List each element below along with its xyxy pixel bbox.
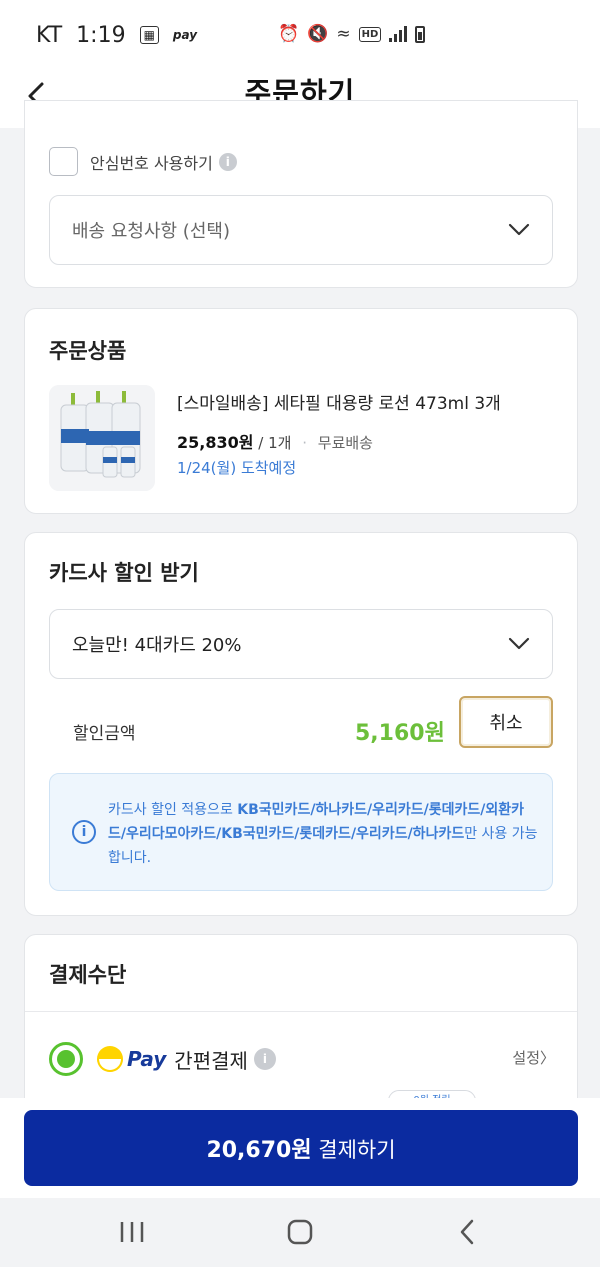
info-icon: i [72, 820, 96, 844]
product-quantity: / 1개 [258, 434, 292, 452]
discount-label: 할인금액 [73, 724, 136, 744]
npay-radio[interactable] [49, 1042, 83, 1076]
order-product-card: 주문상품 [스마일배송] 세타필 대용량 로션 473ml 3개 25,830원… [24, 308, 578, 514]
battery-icon [415, 25, 426, 43]
discount-amount: 5,160원 [355, 721, 445, 746]
product-image[interactable] [49, 385, 155, 491]
alarm-icon: ⏰ [278, 24, 300, 44]
product-price-row: 25,830원 / 1개 · 무료배송 [177, 429, 373, 453]
arrival-date: 1/24(월) 도착예정 [177, 459, 297, 477]
npay-option[interactable]: Pay 간편결제 i 설정〉 [49, 1039, 555, 1079]
safe-number-checkbox[interactable] [49, 147, 78, 176]
safe-number-label: 안심번호 사용하기 [90, 153, 213, 173]
notice-text: 카드사 할인 적용으로 KB국민카드/하나카드/우리카드/롯데카드/외환카드/우… [108, 798, 540, 870]
delivery-card: 안심번호 사용하기 i 배송 요청사항 (선택) [24, 100, 578, 288]
card-discount-value: 오늘만! 4대카드 20% [72, 635, 242, 656]
pay-name: 간편결제 [174, 1048, 248, 1073]
pay-setting-link[interactable]: 설정〉 [512, 1047, 555, 1068]
notification-icon: ▦ [139, 26, 159, 44]
card-discount-select[interactable]: 오늘만! 4대카드 20% [49, 609, 553, 679]
product-name: [스마일배송] 세타필 대용량 로션 473ml 3개 [177, 394, 501, 414]
nav-back-icon[interactable] [448, 1216, 488, 1248]
safe-number-option[interactable]: 안심번호 사용하기 i [49, 147, 237, 176]
nav-home-icon[interactable] [280, 1216, 320, 1248]
payment-method-title: 결제수단 [49, 963, 127, 987]
signal-icon [389, 26, 408, 42]
card-discount-card: 카드사 할인 받기 오늘만! 4대카드 20% 할인금액 5,160원 취소 i… [24, 532, 578, 916]
npay-logo-icon [97, 1046, 123, 1072]
chevron-down-icon [508, 637, 530, 650]
card-discount-notice: i 카드사 할인 적용으로 KB국민카드/하나카드/우리카드/롯데카드/외환카드… [49, 773, 553, 891]
carrier-label: KT [36, 22, 63, 48]
status-bar: KT 1:19 ▦ pay ⏰ 🔇 ≈ HD [0, 0, 600, 70]
price-separator: · [302, 434, 307, 452]
cancel-discount-button[interactable]: 취소 [459, 696, 553, 748]
checkout-bar: 20,670원 결제하기 [0, 1098, 600, 1198]
pay-notification-icon: pay [172, 28, 198, 42]
section-divider [25, 1011, 577, 1012]
discount-amount-row: 할인금액 5,160원 취소 [73, 696, 553, 763]
delivery-request-select[interactable]: 배송 요청사항 (선택) [49, 195, 553, 265]
checkout-button[interactable]: 20,670원 결제하기 [24, 1110, 578, 1186]
checkout-amount: 20,670원 [206, 1138, 312, 1163]
nav-recent-icon[interactable] [112, 1216, 152, 1248]
wifi-icon: ≈ [336, 24, 351, 44]
product-price: 25,830원 [177, 433, 254, 452]
mute-icon: 🔇 [307, 24, 329, 44]
hd-icon: HD [358, 26, 382, 42]
order-product-title: 주문상품 [49, 339, 127, 363]
notice-prefix: 카드사 할인 적용으로 [108, 802, 238, 818]
product-bottles-image [49, 385, 155, 491]
clock-time: 1:19 [76, 22, 126, 48]
info-icon[interactable]: i [218, 152, 237, 171]
pay-brand: Pay [127, 1047, 167, 1071]
checkout-label: 결제하기 [311, 1138, 396, 1162]
shipping-fee: 무료배송 [317, 434, 373, 452]
chevron-down-icon [508, 223, 530, 236]
info-icon[interactable]: i [253, 1048, 276, 1070]
delivery-request-value: 배송 요청사항 (선택) [72, 221, 230, 242]
card-discount-title: 카드사 할인 받기 [49, 561, 199, 585]
system-nav-bar [0, 1198, 600, 1267]
